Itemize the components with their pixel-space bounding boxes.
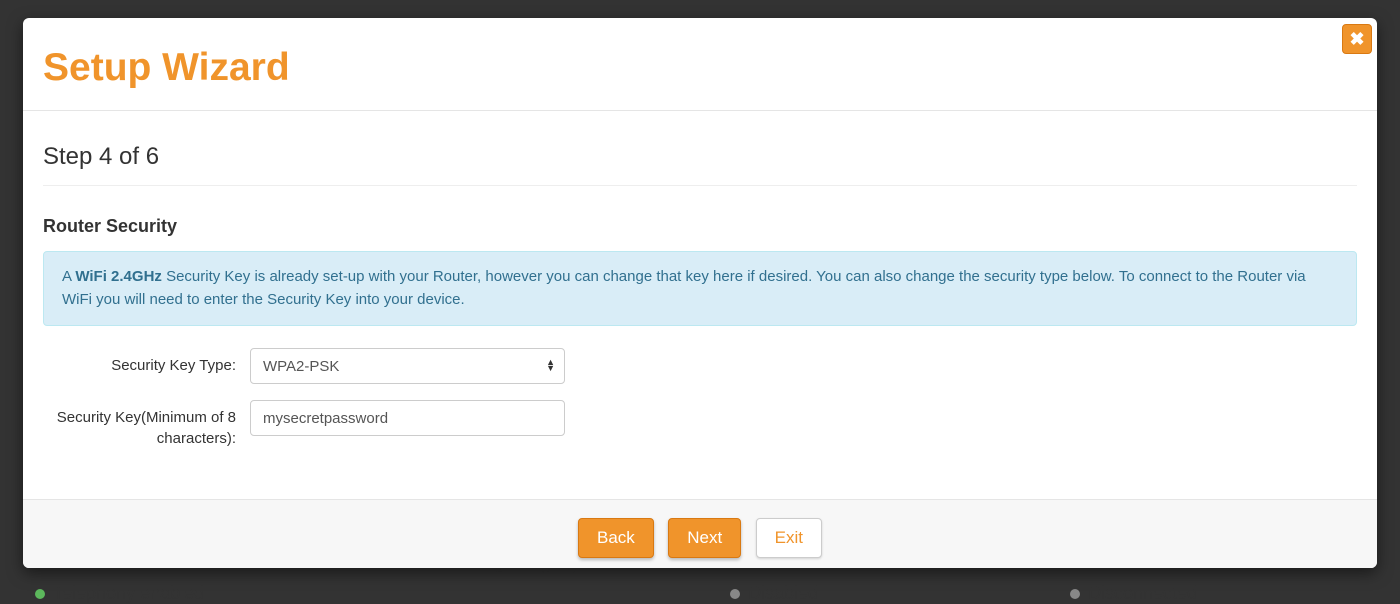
close-button[interactable]: ✖ bbox=[1342, 24, 1372, 54]
form-area: Security Key Type: WPA2-PSK ▲▼ Security … bbox=[43, 348, 1357, 449]
status-disabled: Disabled bbox=[730, 583, 818, 604]
security-key-input[interactable] bbox=[250, 400, 565, 436]
status-dot-green-icon bbox=[35, 589, 45, 599]
form-row-key: Security Key(Minimum of 8 characters): bbox=[43, 400, 1357, 449]
status-dot-gray-icon bbox=[1070, 589, 1080, 599]
form-row-type: Security Key Type: WPA2-PSK ▲▼ bbox=[43, 348, 1357, 384]
security-key-label: Security Key(Minimum of 8 characters): bbox=[43, 400, 250, 449]
alert-rest: Security Key is already set-up with your… bbox=[62, 268, 1306, 308]
security-key-type-select[interactable]: WPA2-PSK bbox=[250, 348, 565, 384]
modal-title: Setup Wizard bbox=[43, 46, 1357, 90]
status-disconnected-label: Disconnected bbox=[1088, 583, 1197, 604]
info-alert: A WiFi 2.4GHz Security Key is already se… bbox=[43, 251, 1357, 326]
exit-button[interactable]: Exit bbox=[756, 518, 822, 558]
modal-footer: Back Next Exit bbox=[23, 499, 1377, 568]
back-button[interactable]: Back bbox=[578, 518, 654, 558]
status-disabled-label: Disabled bbox=[748, 583, 818, 604]
alert-prefix: A bbox=[62, 268, 75, 285]
next-button[interactable]: Next bbox=[668, 518, 741, 558]
security-key-type-label: Security Key Type: bbox=[43, 348, 250, 376]
modal-header: Setup Wizard bbox=[23, 18, 1377, 111]
status-telephony: Telephony enabled bbox=[35, 583, 204, 604]
setup-wizard-modal: Setup Wizard Step 4 of 6 Router Security… bbox=[23, 18, 1377, 568]
alert-bold: WiFi 2.4GHz bbox=[75, 268, 162, 285]
close-icon: ✖ bbox=[1349, 29, 1364, 50]
status-disconnected: Disconnected bbox=[1070, 583, 1197, 604]
section-heading: Router Security bbox=[43, 216, 1357, 237]
step-heading: Step 4 of 6 bbox=[43, 131, 1357, 186]
status-telephony-label: Telephony enabled bbox=[53, 583, 204, 604]
status-dot-gray-icon bbox=[730, 589, 740, 599]
modal-body: Step 4 of 6 Router Security A WiFi 2.4GH… bbox=[23, 111, 1377, 499]
